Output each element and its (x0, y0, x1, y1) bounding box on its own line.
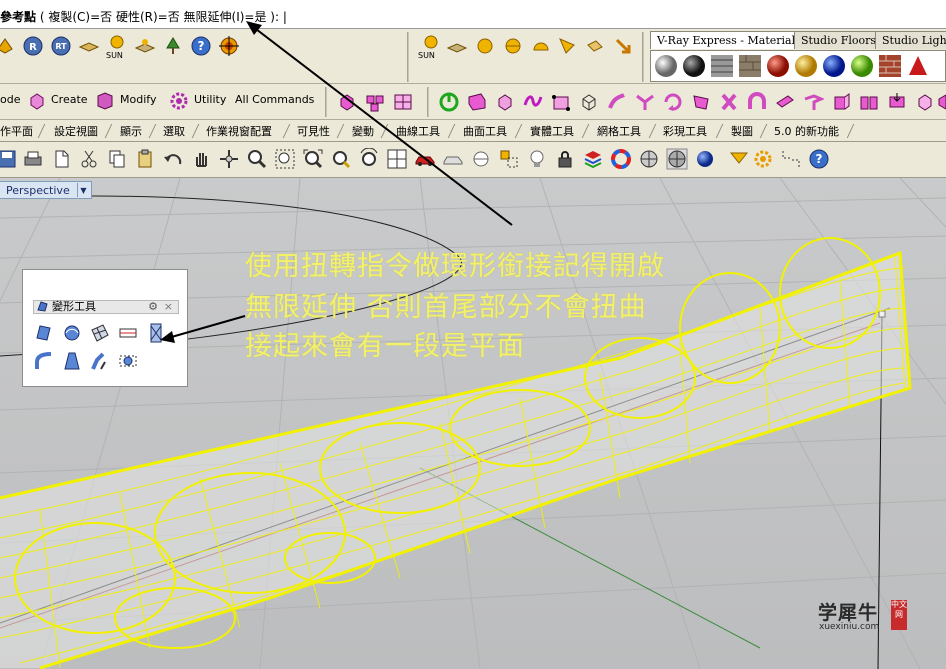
annotation-arrows (160, 21, 513, 343)
watermark-url: xuexiniu.com (819, 622, 880, 632)
watermark-badge: 中文网 (891, 600, 907, 630)
site-watermark: 学犀牛 xuexiniu.com 中文网 (818, 598, 912, 632)
watermark-brand: 学犀牛 (818, 602, 879, 624)
